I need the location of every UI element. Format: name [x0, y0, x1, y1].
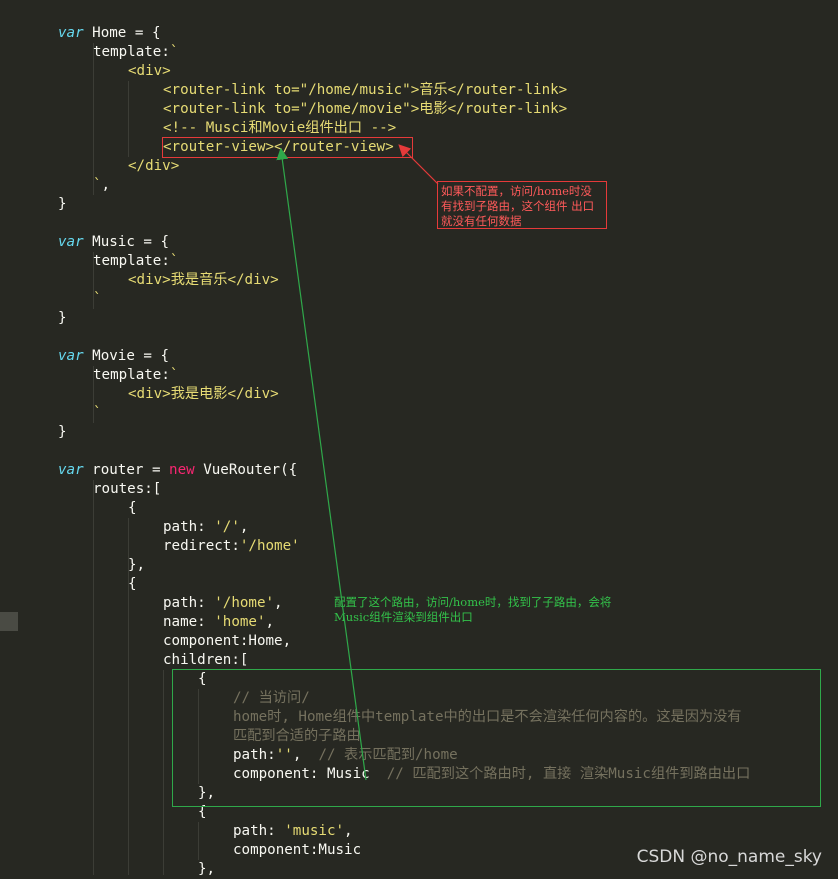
csdn-watermark: CSDN @no_name_sky	[636, 847, 822, 867]
code-editor[interactable]: var Home = {template:` <div> <router-link …	[0, 0, 838, 877]
green-arrow	[276, 147, 367, 781]
red-arrow	[398, 144, 439, 185]
annotation-arrows	[276, 144, 439, 781]
